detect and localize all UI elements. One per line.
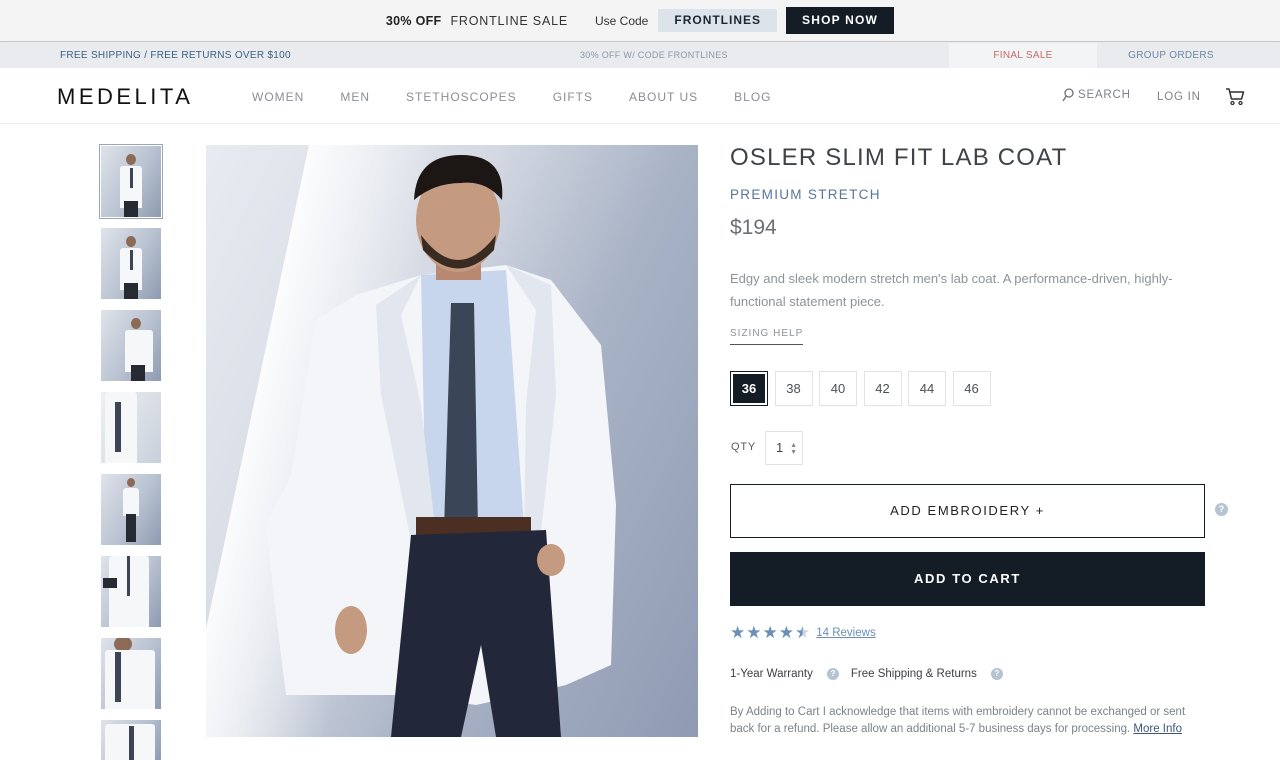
search-label: SEARCH — [1078, 89, 1131, 101]
group-orders-link[interactable]: GROUP ORDERS — [1097, 43, 1245, 68]
product-thumbnail[interactable] — [101, 720, 161, 760]
product-price: $194 — [730, 216, 777, 239]
main-product-image — [206, 145, 698, 737]
final-sale-link[interactable]: FINAL SALE — [949, 43, 1097, 68]
promo-use-code-label: Use Code — [594, 13, 649, 28]
login-link[interactable]: LOG IN — [1157, 91, 1201, 103]
nav-item-stethoscopes[interactable]: STETHOSCOPES — [406, 90, 517, 104]
product-subtitle: PREMIUM STRETCH — [730, 187, 881, 202]
add-embroidery-button[interactable]: ADD EMBROIDERY + — [730, 484, 1205, 538]
stepper-arrows-icon[interactable]: ▲ ▼ — [790, 442, 797, 456]
nav-item-gifts[interactable]: GIFTS — [553, 90, 593, 104]
nav-item-blog[interactable]: BLOG — [734, 90, 771, 104]
nav-item-women[interactable]: WOMEN — [252, 90, 304, 104]
size-option-38[interactable]: 38 — [774, 371, 813, 406]
star-icon: ★ — [730, 623, 746, 642]
product-thumbnail[interactable] — [101, 474, 161, 545]
size-selector: 36 38 40 42 44 46 — [730, 371, 997, 406]
promo-bar: 30% OFF FRONTLINE SALE Use Code FRONTLIN… — [0, 0, 1280, 42]
cart-icon[interactable] — [1225, 86, 1245, 106]
embroidery-help-icon[interactable]: ? — [1215, 503, 1228, 516]
size-option-44[interactable]: 44 — [908, 371, 946, 406]
product-thumbnail[interactable] — [99, 144, 163, 219]
promo-code-note: 30% OFF W/ CODE FRONTLINES — [580, 50, 728, 60]
shipping-label: Free Shipping & Returns — [850, 668, 977, 680]
shop-now-button[interactable]: SHOP NOW — [786, 7, 895, 34]
disclaimer-text: By Adding to Cart I acknowledge that ite… — [730, 706, 1186, 735]
product-description: Edgy and sleek modern stretch men's lab … — [730, 271, 1173, 309]
logo[interactable]: MEDELITA — [57, 84, 193, 110]
size-option-46[interactable]: 46 — [952, 371, 991, 406]
size-option-40[interactable]: 40 — [819, 371, 857, 406]
search-button[interactable]: SEARCH — [1062, 88, 1131, 102]
sizing-help-link[interactable]: SIZING HELP — [730, 328, 804, 345]
size-option-36[interactable]: 36 — [730, 371, 768, 406]
product-thumbnail[interactable] — [101, 228, 161, 299]
qty-label: QTY — [731, 441, 757, 453]
qty-value: 1 — [776, 440, 784, 455]
site-header: MEDELITA WOMEN MEN STETHOSCOPES GIFTS AB… — [0, 68, 1280, 124]
star-icon: ★ — [778, 623, 794, 642]
perks-row: 1-Year Warranty ? Free Shipping & Return… — [730, 668, 1021, 680]
reviews-link[interactable]: 14 Reviews — [816, 627, 875, 639]
info-bar: FREE SHIPPING / FREE RETURNS OVER $100 3… — [0, 43, 1280, 68]
warranty-help-icon[interactable]: ? — [826, 668, 839, 680]
star-icon: ★ — [762, 623, 778, 642]
search-icon — [1062, 88, 1074, 102]
more-info-link[interactable]: More Info — [1133, 723, 1182, 735]
shipping-help-icon[interactable]: ? — [990, 668, 1003, 680]
embroidery-disclaimer: By Adding to Cart I acknowledge that ite… — [730, 704, 1210, 737]
nav-item-men[interactable]: MEN — [340, 90, 370, 104]
free-shipping-link[interactable]: FREE SHIPPING / FREE RETURNS OVER $100 — [60, 50, 291, 61]
promo-discount: 30% OFF — [385, 13, 442, 28]
product-thumbnail[interactable] — [101, 556, 161, 627]
add-to-cart-button[interactable]: ADD TO CART — [730, 552, 1205, 606]
size-option-42[interactable]: 42 — [863, 371, 902, 406]
warranty-label: 1-Year Warranty — [730, 668, 813, 680]
star-icon: ★ — [746, 623, 762, 642]
main-nav: WOMEN MEN STETHOSCOPES GIFTS ABOUT US BL… — [252, 90, 808, 104]
rating: ★ ★ ★ ★ ★ 14 Reviews — [730, 623, 876, 643]
quantity-stepper[interactable]: 1 ▲ ▼ — [765, 431, 803, 465]
product-thumbnail[interactable] — [101, 310, 161, 381]
product-thumbnail[interactable] — [101, 638, 161, 709]
promo-sale-name: FRONTLINE SALE — [450, 13, 568, 28]
nav-item-about-us[interactable]: ABOUT US — [629, 90, 698, 104]
promo-code-badge: FRONTLINES — [658, 9, 778, 32]
product-thumbnail[interactable] — [101, 392, 161, 463]
half-star-icon: ★ — [795, 623, 811, 642]
product-title: OSLER SLIM FIT LAB COAT — [730, 144, 1068, 171]
